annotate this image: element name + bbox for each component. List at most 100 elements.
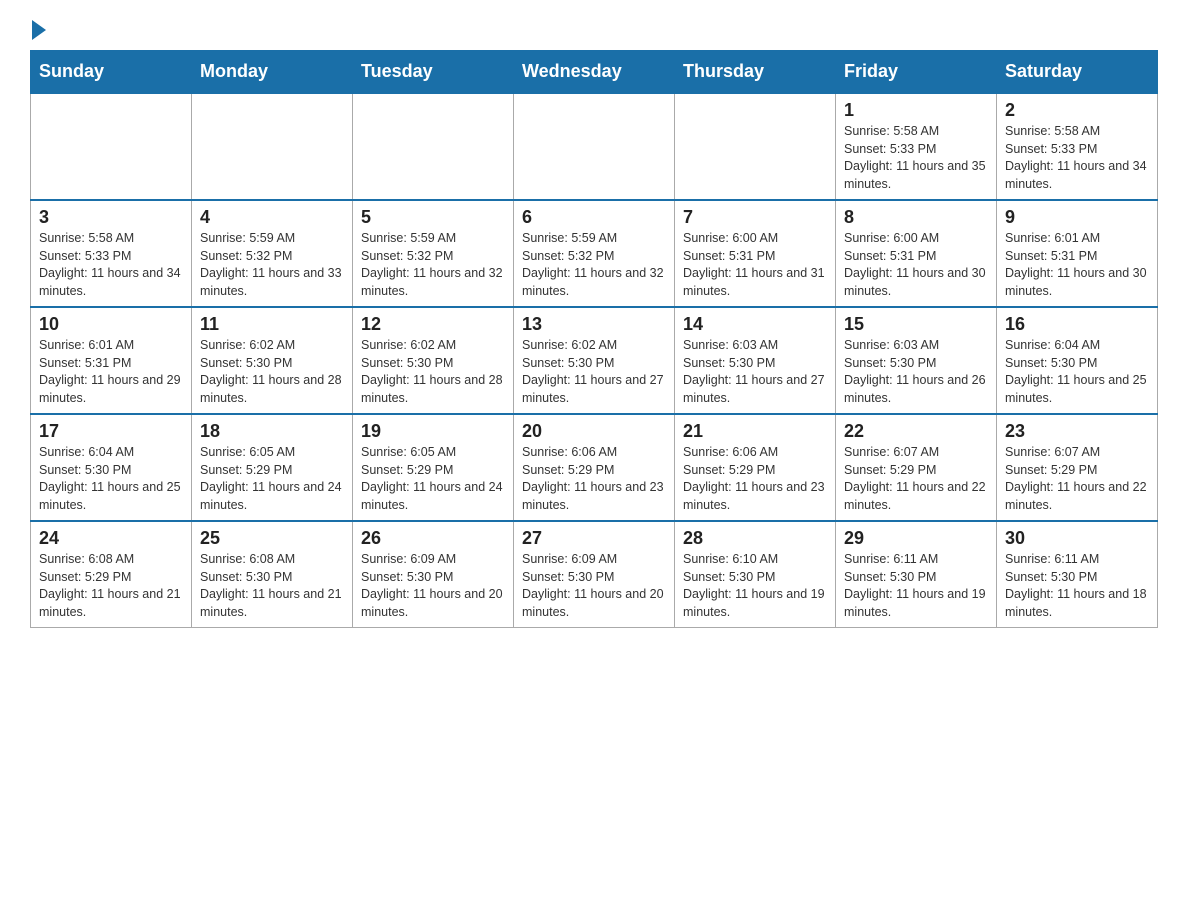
day-of-week-header: Tuesday <box>353 51 514 94</box>
calendar-cell <box>514 93 675 200</box>
day-info: Sunrise: 5:58 AMSunset: 5:33 PMDaylight:… <box>844 123 988 193</box>
day-info: Sunrise: 6:07 AMSunset: 5:29 PMDaylight:… <box>844 444 988 514</box>
logo-arrow-icon <box>32 20 46 40</box>
day-number: 6 <box>522 207 666 228</box>
day-info: Sunrise: 6:08 AMSunset: 5:30 PMDaylight:… <box>200 551 344 621</box>
calendar-cell: 26Sunrise: 6:09 AMSunset: 5:30 PMDayligh… <box>353 521 514 628</box>
calendar-cell: 16Sunrise: 6:04 AMSunset: 5:30 PMDayligh… <box>997 307 1158 414</box>
day-info: Sunrise: 6:11 AMSunset: 5:30 PMDaylight:… <box>844 551 988 621</box>
day-info: Sunrise: 5:59 AMSunset: 5:32 PMDaylight:… <box>522 230 666 300</box>
calendar-cell: 15Sunrise: 6:03 AMSunset: 5:30 PMDayligh… <box>836 307 997 414</box>
day-number: 21 <box>683 421 827 442</box>
day-info: Sunrise: 5:59 AMSunset: 5:32 PMDaylight:… <box>200 230 344 300</box>
day-number: 23 <box>1005 421 1149 442</box>
calendar-cell: 4Sunrise: 5:59 AMSunset: 5:32 PMDaylight… <box>192 200 353 307</box>
calendar-cell: 3Sunrise: 5:58 AMSunset: 5:33 PMDaylight… <box>31 200 192 307</box>
day-number: 16 <box>1005 314 1149 335</box>
calendar-cell: 19Sunrise: 6:05 AMSunset: 5:29 PMDayligh… <box>353 414 514 521</box>
calendar-cell <box>353 93 514 200</box>
day-info: Sunrise: 6:01 AMSunset: 5:31 PMDaylight:… <box>39 337 183 407</box>
day-number: 13 <box>522 314 666 335</box>
page-header <box>30 20 1158 40</box>
week-row: 3Sunrise: 5:58 AMSunset: 5:33 PMDaylight… <box>31 200 1158 307</box>
calendar-cell: 29Sunrise: 6:11 AMSunset: 5:30 PMDayligh… <box>836 521 997 628</box>
day-number: 7 <box>683 207 827 228</box>
day-number: 2 <box>1005 100 1149 121</box>
calendar-cell: 10Sunrise: 6:01 AMSunset: 5:31 PMDayligh… <box>31 307 192 414</box>
calendar-cell: 20Sunrise: 6:06 AMSunset: 5:29 PMDayligh… <box>514 414 675 521</box>
day-of-week-header: Wednesday <box>514 51 675 94</box>
day-info: Sunrise: 6:05 AMSunset: 5:29 PMDaylight:… <box>361 444 505 514</box>
day-number: 14 <box>683 314 827 335</box>
calendar-cell <box>192 93 353 200</box>
day-of-week-header: Thursday <box>675 51 836 94</box>
day-info: Sunrise: 6:03 AMSunset: 5:30 PMDaylight:… <box>844 337 988 407</box>
calendar-cell: 2Sunrise: 5:58 AMSunset: 5:33 PMDaylight… <box>997 93 1158 200</box>
day-number: 17 <box>39 421 183 442</box>
calendar-cell: 7Sunrise: 6:00 AMSunset: 5:31 PMDaylight… <box>675 200 836 307</box>
day-number: 25 <box>200 528 344 549</box>
day-number: 11 <box>200 314 344 335</box>
calendar-cell: 18Sunrise: 6:05 AMSunset: 5:29 PMDayligh… <box>192 414 353 521</box>
day-number: 3 <box>39 207 183 228</box>
logo <box>30 20 48 40</box>
day-info: Sunrise: 5:58 AMSunset: 5:33 PMDaylight:… <box>39 230 183 300</box>
calendar-header-row: SundayMondayTuesdayWednesdayThursdayFrid… <box>31 51 1158 94</box>
day-info: Sunrise: 6:02 AMSunset: 5:30 PMDaylight:… <box>522 337 666 407</box>
day-number: 9 <box>1005 207 1149 228</box>
day-number: 8 <box>844 207 988 228</box>
day-number: 22 <box>844 421 988 442</box>
calendar-cell: 27Sunrise: 6:09 AMSunset: 5:30 PMDayligh… <box>514 521 675 628</box>
day-info: Sunrise: 6:02 AMSunset: 5:30 PMDaylight:… <box>200 337 344 407</box>
day-info: Sunrise: 6:00 AMSunset: 5:31 PMDaylight:… <box>844 230 988 300</box>
day-info: Sunrise: 6:07 AMSunset: 5:29 PMDaylight:… <box>1005 444 1149 514</box>
day-number: 30 <box>1005 528 1149 549</box>
day-of-week-header: Saturday <box>997 51 1158 94</box>
day-number: 27 <box>522 528 666 549</box>
calendar-cell: 1Sunrise: 5:58 AMSunset: 5:33 PMDaylight… <box>836 93 997 200</box>
calendar-cell: 14Sunrise: 6:03 AMSunset: 5:30 PMDayligh… <box>675 307 836 414</box>
week-row: 10Sunrise: 6:01 AMSunset: 5:31 PMDayligh… <box>31 307 1158 414</box>
day-number: 26 <box>361 528 505 549</box>
calendar-cell: 17Sunrise: 6:04 AMSunset: 5:30 PMDayligh… <box>31 414 192 521</box>
calendar-table: SundayMondayTuesdayWednesdayThursdayFrid… <box>30 50 1158 628</box>
day-info: Sunrise: 6:06 AMSunset: 5:29 PMDaylight:… <box>683 444 827 514</box>
day-info: Sunrise: 6:06 AMSunset: 5:29 PMDaylight:… <box>522 444 666 514</box>
day-of-week-header: Sunday <box>31 51 192 94</box>
calendar-cell: 28Sunrise: 6:10 AMSunset: 5:30 PMDayligh… <box>675 521 836 628</box>
day-info: Sunrise: 6:09 AMSunset: 5:30 PMDaylight:… <box>361 551 505 621</box>
calendar-cell: 11Sunrise: 6:02 AMSunset: 5:30 PMDayligh… <box>192 307 353 414</box>
calendar-cell: 23Sunrise: 6:07 AMSunset: 5:29 PMDayligh… <box>997 414 1158 521</box>
day-info: Sunrise: 6:02 AMSunset: 5:30 PMDaylight:… <box>361 337 505 407</box>
day-info: Sunrise: 6:08 AMSunset: 5:29 PMDaylight:… <box>39 551 183 621</box>
day-of-week-header: Monday <box>192 51 353 94</box>
day-number: 12 <box>361 314 505 335</box>
day-info: Sunrise: 6:04 AMSunset: 5:30 PMDaylight:… <box>39 444 183 514</box>
day-number: 29 <box>844 528 988 549</box>
calendar-cell <box>31 93 192 200</box>
calendar-cell: 22Sunrise: 6:07 AMSunset: 5:29 PMDayligh… <box>836 414 997 521</box>
calendar-cell: 6Sunrise: 5:59 AMSunset: 5:32 PMDaylight… <box>514 200 675 307</box>
calendar-cell: 9Sunrise: 6:01 AMSunset: 5:31 PMDaylight… <box>997 200 1158 307</box>
day-info: Sunrise: 6:05 AMSunset: 5:29 PMDaylight:… <box>200 444 344 514</box>
calendar-cell <box>675 93 836 200</box>
day-info: Sunrise: 6:00 AMSunset: 5:31 PMDaylight:… <box>683 230 827 300</box>
day-number: 20 <box>522 421 666 442</box>
day-number: 28 <box>683 528 827 549</box>
day-number: 4 <box>200 207 344 228</box>
week-row: 1Sunrise: 5:58 AMSunset: 5:33 PMDaylight… <box>31 93 1158 200</box>
day-number: 10 <box>39 314 183 335</box>
day-number: 24 <box>39 528 183 549</box>
day-number: 1 <box>844 100 988 121</box>
day-number: 5 <box>361 207 505 228</box>
day-info: Sunrise: 6:09 AMSunset: 5:30 PMDaylight:… <box>522 551 666 621</box>
day-info: Sunrise: 6:10 AMSunset: 5:30 PMDaylight:… <box>683 551 827 621</box>
day-info: Sunrise: 5:59 AMSunset: 5:32 PMDaylight:… <box>361 230 505 300</box>
calendar-cell: 13Sunrise: 6:02 AMSunset: 5:30 PMDayligh… <box>514 307 675 414</box>
calendar-cell: 30Sunrise: 6:11 AMSunset: 5:30 PMDayligh… <box>997 521 1158 628</box>
day-info: Sunrise: 5:58 AMSunset: 5:33 PMDaylight:… <box>1005 123 1149 193</box>
day-info: Sunrise: 6:01 AMSunset: 5:31 PMDaylight:… <box>1005 230 1149 300</box>
day-number: 18 <box>200 421 344 442</box>
day-info: Sunrise: 6:03 AMSunset: 5:30 PMDaylight:… <box>683 337 827 407</box>
day-info: Sunrise: 6:11 AMSunset: 5:30 PMDaylight:… <box>1005 551 1149 621</box>
